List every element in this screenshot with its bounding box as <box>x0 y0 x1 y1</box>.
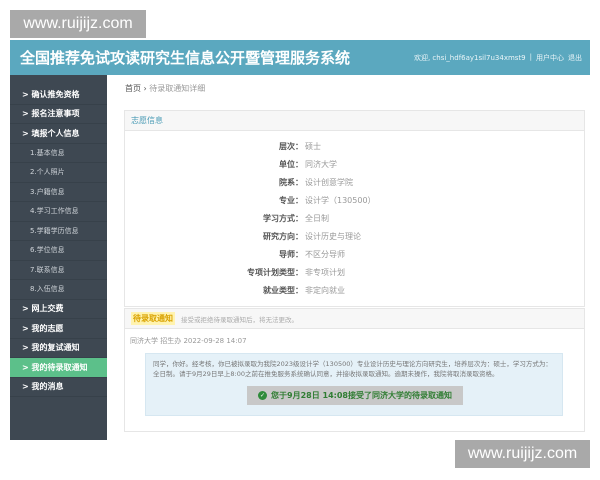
notice-source: 同济大学 招生办 2022-09-28 14:07 <box>130 337 247 345</box>
info-label: 专业： <box>279 195 303 205</box>
info-label: 专项计划类型： <box>247 267 303 277</box>
info-value: 设计创意学院 <box>305 177 353 187</box>
sidebar-item[interactable]: > 填报个人信息 <box>10 124 107 144</box>
sidebar-item[interactable]: > 我的复试通知 <box>10 339 107 358</box>
sidebar: > 确认推免资格 > 报名注意事项 > 填报个人信息 1.基本信息 2.个人照片 3.户籍… <box>10 75 107 440</box>
app-header: 全国推荐免试攻读研究生信息公开暨管理服务系统 欢迎, chsi_hdf6ay1s… <box>10 40 590 75</box>
sidebar-item[interactable]: 3.户籍信息 <box>10 183 107 202</box>
breadcrumb-home[interactable]: 首页 <box>125 84 141 93</box>
info-row: 导师： 不区分导师 <box>125 245 584 263</box>
logout-link[interactable]: 退出 <box>568 53 582 63</box>
info-value: 设计学（130500） <box>305 195 376 205</box>
sidebar-item[interactable]: > 确认推免资格 <box>10 85 107 105</box>
info-value: 非定向就业 <box>305 285 345 295</box>
info-label: 学习方式： <box>263 213 303 223</box>
app-title: 全国推荐免试攻读研究生信息公开暨管理服务系统 <box>20 49 351 67</box>
check-circle-icon: ✓ <box>258 391 268 400</box>
info-label: 单位： <box>279 159 303 169</box>
watermark: www.ruijijz.com <box>455 440 590 468</box>
sidebar-item[interactable]: > 报名注意事项 <box>10 105 107 124</box>
breadcrumb-sep: › <box>143 84 147 93</box>
info-label: 院系： <box>279 177 303 187</box>
main-content: 首页 › 待录取通知详细 志愿信息 层次： 硕士 单位： 同济大学 院系： 设计创意学院专… <box>107 75 590 440</box>
info-row: 院系： 设计创意学院 <box>125 173 584 191</box>
sidebar-item[interactable]: 6.学位信息 <box>10 241 107 261</box>
accepted-status-button: ✓ 您于9月28日 14:08接受了同济大学的待录取通知 <box>247 386 463 405</box>
admission-notice-panel: 待录取通知 接受或拒绝待录取通知后，将无法更改。 同济大学 招生办 2022-09… <box>124 308 585 432</box>
notice-hint: 接受或拒绝待录取通知后，将无法更改。 <box>181 315 298 324</box>
accepted-text: 您于9月28日 14:08接受了同济大学的待录取通知 <box>271 390 452 400</box>
info-label: 导师： <box>279 249 303 259</box>
info-value: 全日制 <box>305 213 329 223</box>
volunteer-panel: 志愿信息 层次： 硕士 单位： 同济大学 院系： 设计创意学院 专业： 设计学（130500）… <box>124 110 585 307</box>
watermark: www.ruijijz.com <box>10 10 146 38</box>
info-row: 单位： 同济大学 <box>125 155 584 173</box>
info-value: 不区分导师 <box>305 249 345 259</box>
sidebar-item[interactable]: 1.基本信息 <box>10 144 107 163</box>
info-row: 学习方式： 全日制 <box>125 209 584 227</box>
panel-title: 志愿信息 <box>131 116 163 125</box>
notice-body-box: 同学，你好。经考核，你已被拟录取为我院2023级设计学（130500）专业设计历… <box>145 353 563 416</box>
separator: | <box>529 52 532 61</box>
notice-body: 同学，你好。经考核，你已被拟录取为我院2023级设计学（130500）专业设计历… <box>153 360 552 378</box>
welcome-text: 欢迎, chsi_hdf6ay1sil7u34xmst9 <box>413 53 526 62</box>
sidebar-item[interactable]: > 网上交费 <box>10 300 107 319</box>
breadcrumb-current: 待录取通知详细 <box>149 84 206 93</box>
user-center-link[interactable]: 用户中心 <box>536 53 564 63</box>
info-row: 就业类型： 非定向就业 <box>125 281 584 299</box>
sidebar-item[interactable]: 8.入伍信息 <box>10 280 107 300</box>
info-label: 研究方向： <box>263 231 303 241</box>
info-value: 硕士 <box>305 141 321 151</box>
info-row: 研究方向： 设计历史与理论 <box>125 227 584 245</box>
info-row: 专项计划类型： 非专项计划 <box>125 263 584 281</box>
info-value: 非专项计划 <box>305 267 345 277</box>
info-value: 同济大学 <box>305 159 337 169</box>
sidebar-item[interactable]: 2.个人照片 <box>10 163 107 183</box>
breadcrumb: 首页 › 待录取通知详细 <box>125 83 205 94</box>
info-label: 层次： <box>279 141 303 151</box>
sidebar-item[interactable]: > 我的志愿 <box>10 319 107 339</box>
sidebar-item[interactable]: > 我的待录取通知 <box>10 358 107 378</box>
notice-tag: 待录取通知 <box>131 312 175 325</box>
info-label: 就业类型： <box>263 285 303 295</box>
sidebar-item[interactable]: 5.学籍学历信息 <box>10 222 107 241</box>
info-row: 专业： 设计学（130500） <box>125 191 584 209</box>
sidebar-item[interactable]: 7.联系信息 <box>10 261 107 280</box>
sidebar-item[interactable]: 4.学习工作信息 <box>10 202 107 222</box>
info-value: 设计历史与理论 <box>305 231 361 241</box>
sidebar-item[interactable]: > 我的消息 <box>10 378 107 397</box>
info-row: 层次： 硕士 <box>125 137 584 155</box>
